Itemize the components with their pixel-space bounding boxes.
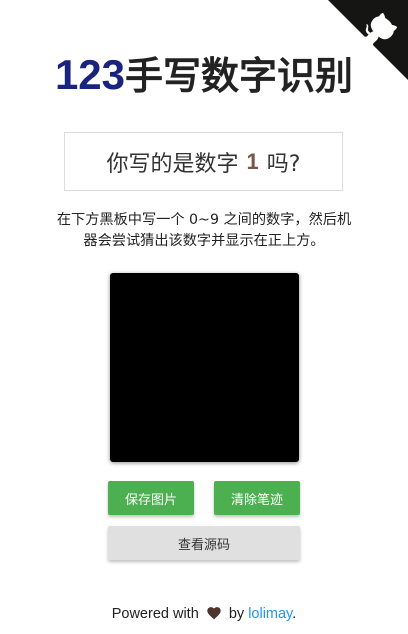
footer: Powered with by lolimay. — [0, 606, 408, 622]
drawing-canvas[interactable] — [110, 273, 299, 462]
prediction-prefix: 你写的是数字 — [106, 151, 239, 177]
prediction-display: 你写的是数字 1 吗? — [64, 132, 343, 191]
footer-period: . — [292, 606, 297, 622]
footer-by-text: by — [228, 606, 245, 622]
clear-strokes-button[interactable]: 清除笔迹 — [214, 481, 300, 515]
title-text: 手写数字识别 — [125, 54, 354, 98]
predicted-digit: 1 — [246, 148, 259, 174]
footer-powered-text: Powered with — [111, 606, 199, 622]
page: 123手写数字识别 你写的是数字 1 吗? 在下方黑板中写一个 0~9 之间的数… — [0, 0, 408, 634]
save-image-button[interactable]: 保存图片 — [108, 481, 194, 515]
author-link[interactable]: lolimay — [248, 606, 292, 622]
heart-icon — [207, 607, 221, 620]
instructions-text: 在下方黑板中写一个 0~9 之间的数字，然后机器会尝试猜出该数字并显示在正上方。 — [56, 212, 352, 249]
title-number: 123 — [54, 51, 126, 98]
view-source-button[interactable]: 查看源码 — [108, 526, 300, 560]
prediction-suffix: 吗? — [266, 151, 301, 177]
page-title: 123手写数字识别 — [0, 50, 408, 101]
